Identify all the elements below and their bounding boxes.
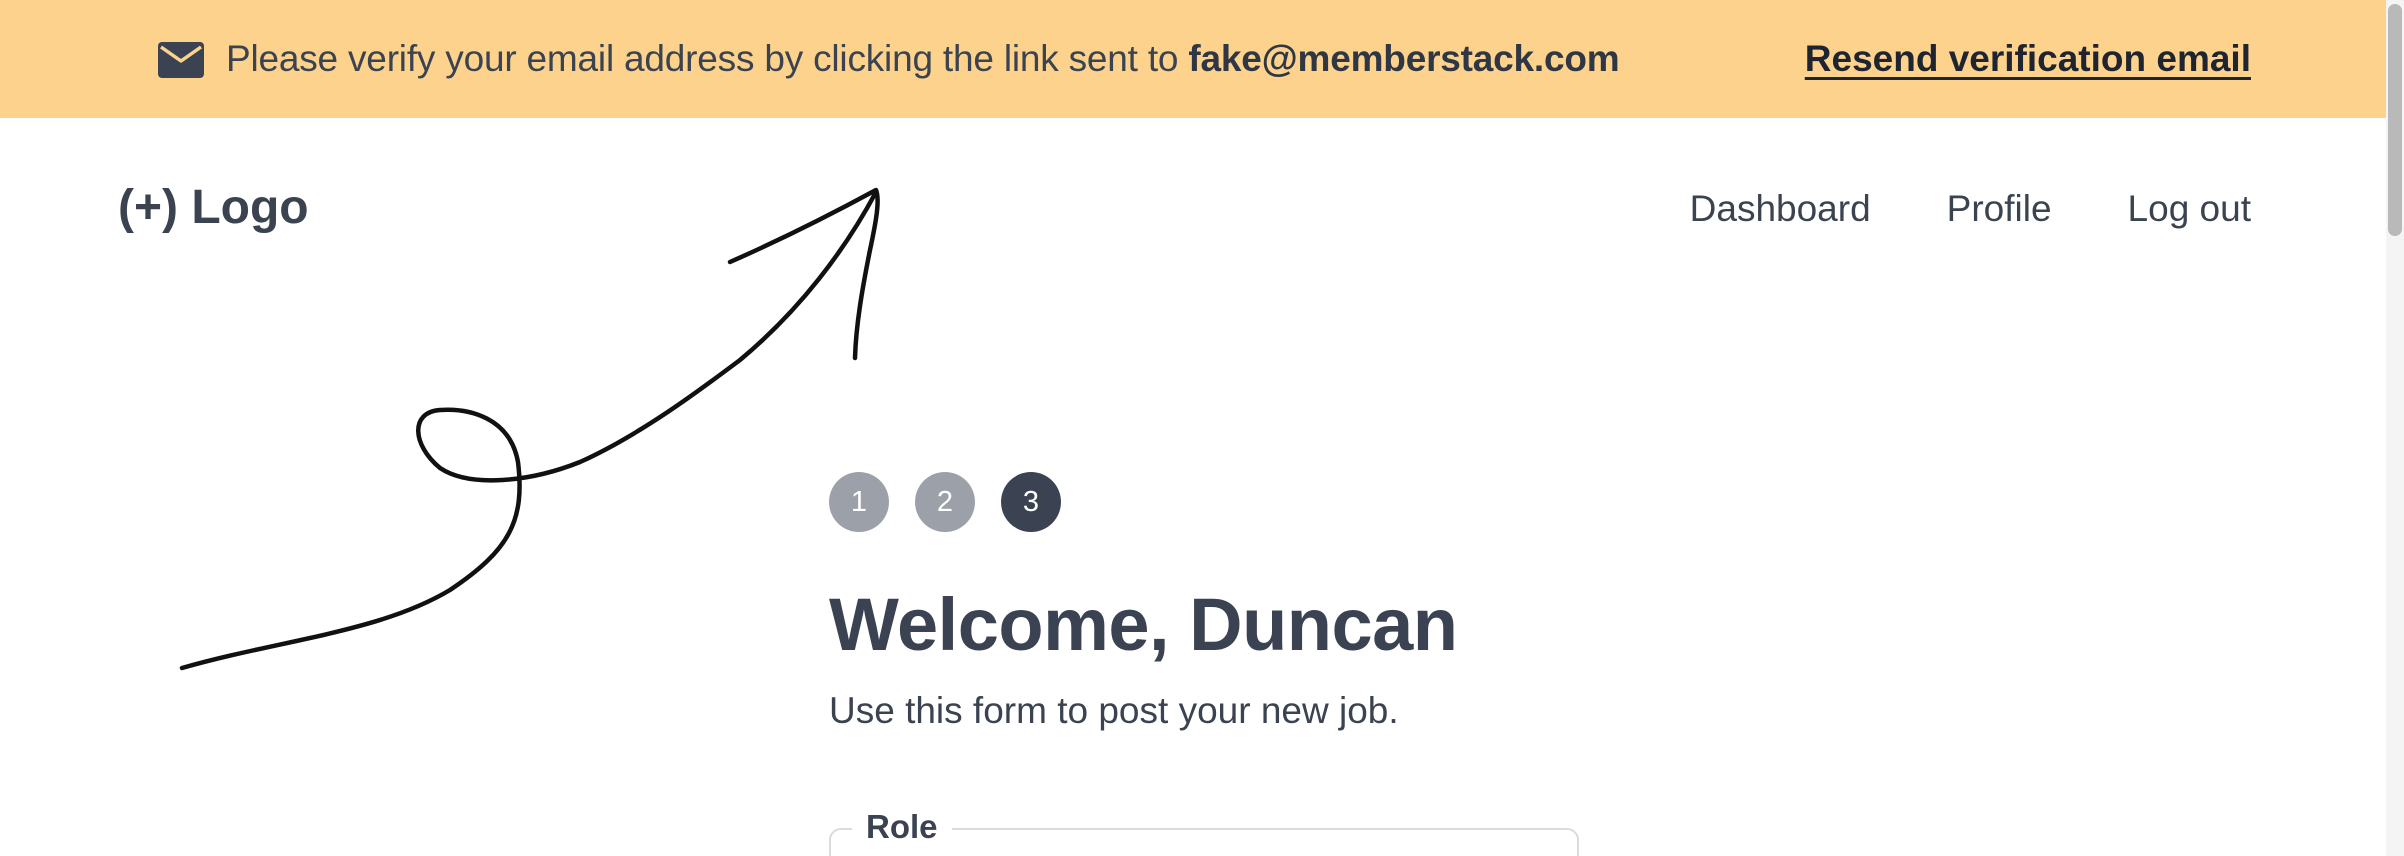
- resend-verification-link[interactable]: Resend verification email: [1805, 38, 2251, 80]
- nav-link-logout[interactable]: Log out: [2128, 188, 2251, 230]
- nav-link-dashboard[interactable]: Dashboard: [1690, 188, 1871, 230]
- page-scrollbar[interactable]: [2386, 0, 2404, 856]
- role-field-label: Role: [852, 808, 952, 846]
- site-logo[interactable]: (+) Logo: [118, 180, 309, 235]
- verification-message-prefix: Please verify your email address by clic…: [226, 38, 1179, 79]
- page-scrollbar-thumb[interactable]: [2388, 4, 2402, 236]
- nav-link-profile[interactable]: Profile: [1947, 188, 2052, 230]
- step-indicator: 1 2 3: [829, 472, 1061, 532]
- page-subtitle: Use this form to post your new job.: [829, 690, 1399, 731]
- verification-email: fake@memberstack.com: [1188, 38, 1620, 79]
- top-navbar: (+) Logo Dashboard Profile Log out: [0, 118, 2404, 238]
- mail-icon: [158, 42, 204, 78]
- nav-links: Dashboard Profile Log out: [1614, 188, 2251, 230]
- verification-message: Please verify your email address by clic…: [226, 38, 1620, 80]
- step-3-active[interactable]: 3: [1001, 472, 1061, 532]
- page-title: Welcome, Duncan: [829, 583, 1458, 666]
- step-1[interactable]: 1: [829, 472, 889, 532]
- step-2[interactable]: 2: [915, 472, 975, 532]
- verification-banner: Please verify your email address by clic…: [0, 0, 2404, 118]
